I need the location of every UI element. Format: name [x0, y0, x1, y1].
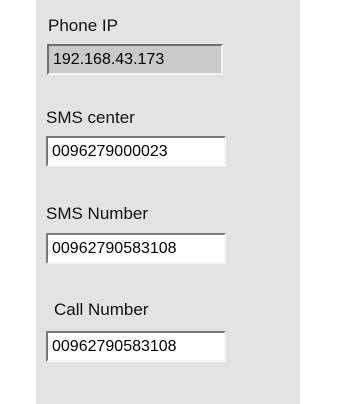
- call-number-field[interactable]: 00962790583108: [46, 331, 226, 362]
- call-number-label: Call Number: [54, 300, 149, 319]
- sms-center-field[interactable]: 0096279000023: [46, 136, 226, 167]
- settings-panel: Phone IP 192.168.43.173 SMS center 00962…: [36, 0, 300, 404]
- phone-ip-label: Phone IP: [48, 16, 118, 35]
- sms-number-label: SMS Number: [46, 204, 149, 223]
- sms-number-field[interactable]: 00962790583108: [46, 233, 226, 264]
- sms-center-label: SMS center: [46, 108, 135, 127]
- phone-ip-indicator: 192.168.43.173: [47, 44, 223, 75]
